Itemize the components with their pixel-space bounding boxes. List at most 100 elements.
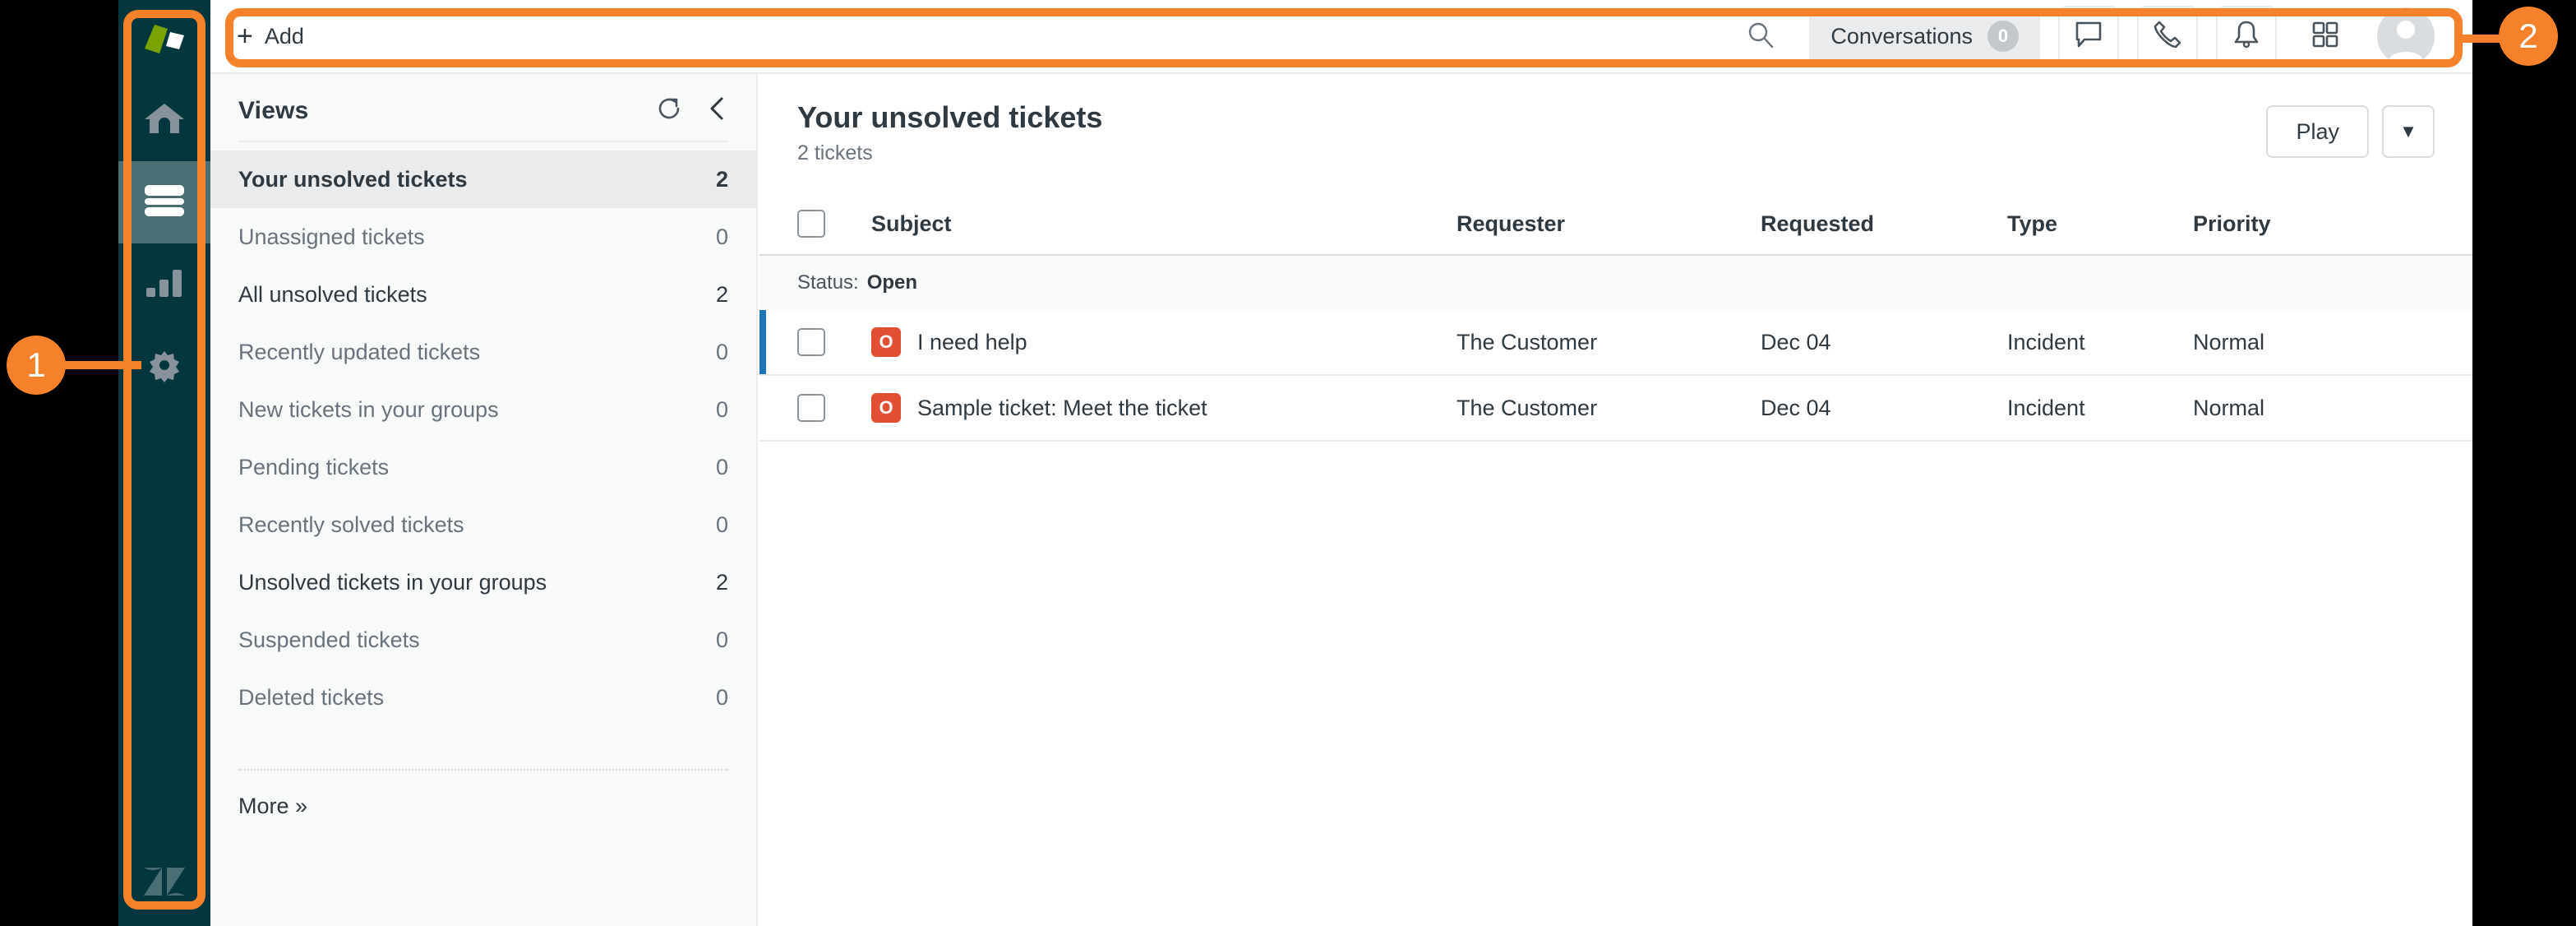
conversations-count-badge: 0: [1987, 21, 2019, 52]
search-button[interactable]: [1730, 10, 1791, 63]
sidebar-item-reporting[interactable]: [118, 243, 210, 326]
views-list-item-count: 2: [715, 569, 728, 595]
select-all-checkbox[interactable]: [797, 210, 825, 238]
main-header-actions: Play ▼: [2266, 105, 2435, 158]
play-options-button[interactable]: ▼: [2382, 105, 2435, 158]
main-header: Your unsolved tickets 2 tickets Play ▼: [759, 74, 2472, 165]
views-list: Your unsolved tickets 2 Unassigned tickets…: [210, 150, 756, 726]
sidebar-item-admin[interactable]: [118, 326, 210, 408]
views-title: Views: [238, 96, 309, 124]
bell-icon: [2231, 19, 2262, 54]
refresh-icon[interactable]: [656, 95, 682, 126]
views-list-item[interactable]: Suspended tickets 0: [210, 611, 756, 669]
add-button[interactable]: + Add: [237, 22, 304, 50]
status-badge: O: [871, 393, 901, 423]
views-list-item-count: 0: [715, 512, 728, 537]
add-button-label: Add: [264, 23, 304, 49]
views-list-item-count: 2: [715, 281, 728, 307]
cell-requester: The Customer: [1457, 395, 1598, 420]
views-header-actions: [656, 95, 728, 126]
views-list-item[interactable]: All unsolved tickets 2: [210, 266, 756, 323]
views-list-item-count: 0: [715, 627, 728, 652]
column-header-priority[interactable]: Priority: [2193, 211, 2435, 237]
column-header-requested[interactable]: Requested: [1761, 211, 2007, 237]
left-icon-rail: [118, 0, 210, 926]
views-list-item[interactable]: Recently solved tickets 0: [210, 496, 756, 553]
apps-grid-icon: [2310, 19, 2341, 54]
main-content: Your unsolved tickets 2 tickets Play ▼ S…: [759, 74, 2472, 926]
reporting-bar-chart-icon: [145, 268, 183, 302]
views-list-item-label: Suspended tickets: [238, 627, 420, 652]
conversations-label: Conversations: [1830, 23, 1973, 49]
views-panel: Views Your unsolved tickets 2 Unassigned t…: [210, 74, 758, 926]
sidebar-item-home[interactable]: [118, 79, 210, 161]
cell-type: Incident: [2007, 395, 2085, 420]
chevron-left-icon[interactable]: [707, 95, 728, 126]
table-group-header: Status: Open: [759, 256, 2472, 310]
home-icon: [144, 101, 185, 140]
tickets-table: Subject Requester Requested Type Priorit…: [759, 193, 2472, 442]
annotation-marker-1: 1: [7, 336, 66, 395]
sidebar-item-tickets[interactable]: [118, 161, 210, 243]
views-list-item[interactable]: Deleted tickets 0: [210, 669, 756, 726]
views-list-item[interactable]: Your unsolved tickets 2: [210, 150, 756, 208]
table-row[interactable]: O Sample ticket: Meet the ticket The Custo…: [759, 376, 2472, 442]
row-checkbox[interactable]: [797, 394, 825, 422]
chat-button[interactable]: [2058, 6, 2119, 67]
views-list-item[interactable]: Unsolved tickets in your groups 2: [210, 553, 756, 611]
column-header-requester[interactable]: Requester: [1457, 211, 1761, 237]
table-row[interactable]: O I need help The Customer Dec 04 Incident No…: [759, 310, 2472, 376]
views-header-divider: [238, 141, 728, 142]
conversations-pill[interactable]: Conversations 0: [1809, 9, 2040, 63]
views-list-item-count: 2: [715, 166, 728, 192]
views-list-item[interactable]: New tickets in your groups 0: [210, 381, 756, 438]
phone-button[interactable]: [2137, 6, 2198, 67]
notifications-button[interactable]: [2216, 6, 2277, 67]
column-header-type[interactable]: Type: [2007, 211, 2193, 237]
cell-priority: Normal: [2193, 329, 2265, 354]
views-list-item-count: 0: [715, 224, 728, 249]
views-list-item-label: Pending tickets: [238, 454, 390, 479]
chevron-down-icon: ▼: [2399, 121, 2417, 141]
cell-subject: O Sample ticket: Meet the ticket: [871, 393, 1457, 423]
views-list-item-count: 0: [715, 339, 728, 364]
zendesk-product-logo: [118, 0, 210, 79]
chat-icon: [2073, 19, 2104, 54]
apps-button[interactable]: [2295, 6, 2356, 67]
views-list-item[interactable]: Pending tickets 0: [210, 438, 756, 496]
play-button[interactable]: Play: [2266, 105, 2369, 158]
views-list-item-count: 0: [715, 684, 728, 710]
views-list-item[interactable]: Unassigned tickets 0: [210, 208, 756, 266]
views-list-item-label: Unsolved tickets in your groups: [238, 569, 547, 595]
row-checkbox[interactable]: [797, 328, 825, 356]
ticket-subject-link[interactable]: I need help: [917, 330, 1027, 355]
select-all-cell: [797, 210, 871, 238]
annotation-marker-2: 2: [2499, 7, 2558, 66]
views-list-item-label: Deleted tickets: [238, 684, 385, 710]
column-header-subject[interactable]: Subject: [871, 211, 1457, 237]
views-list-item[interactable]: Recently updated tickets 0: [210, 323, 756, 381]
zendesk-z-logo: [118, 836, 210, 926]
status-badge: O: [871, 327, 901, 357]
user-avatar[interactable]: [2377, 7, 2435, 65]
main-header-text: Your unsolved tickets 2 tickets: [797, 100, 1102, 165]
top-toolbar: + Add Conversations 0: [210, 0, 2472, 74]
search-icon: [1746, 20, 1775, 53]
group-value: Open: [866, 271, 918, 294]
group-label: Status:: [797, 271, 859, 294]
tickets-icon: [143, 183, 186, 223]
table-body: O I need help The Customer Dec 04 Incident No…: [759, 310, 2472, 442]
views-more-link[interactable]: More »: [210, 771, 756, 819]
views-list-item-label: Recently solved tickets: [238, 512, 464, 537]
row-select-cell: [797, 328, 871, 356]
ticket-subject-link[interactable]: Sample ticket: Meet the ticket: [917, 396, 1207, 421]
views-list-item-label: Unassigned tickets: [238, 224, 425, 249]
screenshot-root: + Add Conversations 0 Views Your unsolve…: [0, 0, 2576, 926]
cell-subject: O I need help: [871, 327, 1457, 357]
row-select-cell: [797, 394, 871, 422]
views-list-item-label: Your unsolved tickets: [238, 166, 468, 192]
cell-priority: Normal: [2193, 395, 2265, 420]
toolbar-right-group: Conversations 0: [1730, 6, 2472, 67]
views-list-item-label: New tickets in your groups: [238, 396, 499, 422]
views-list-item-label: Recently updated tickets: [238, 339, 481, 364]
